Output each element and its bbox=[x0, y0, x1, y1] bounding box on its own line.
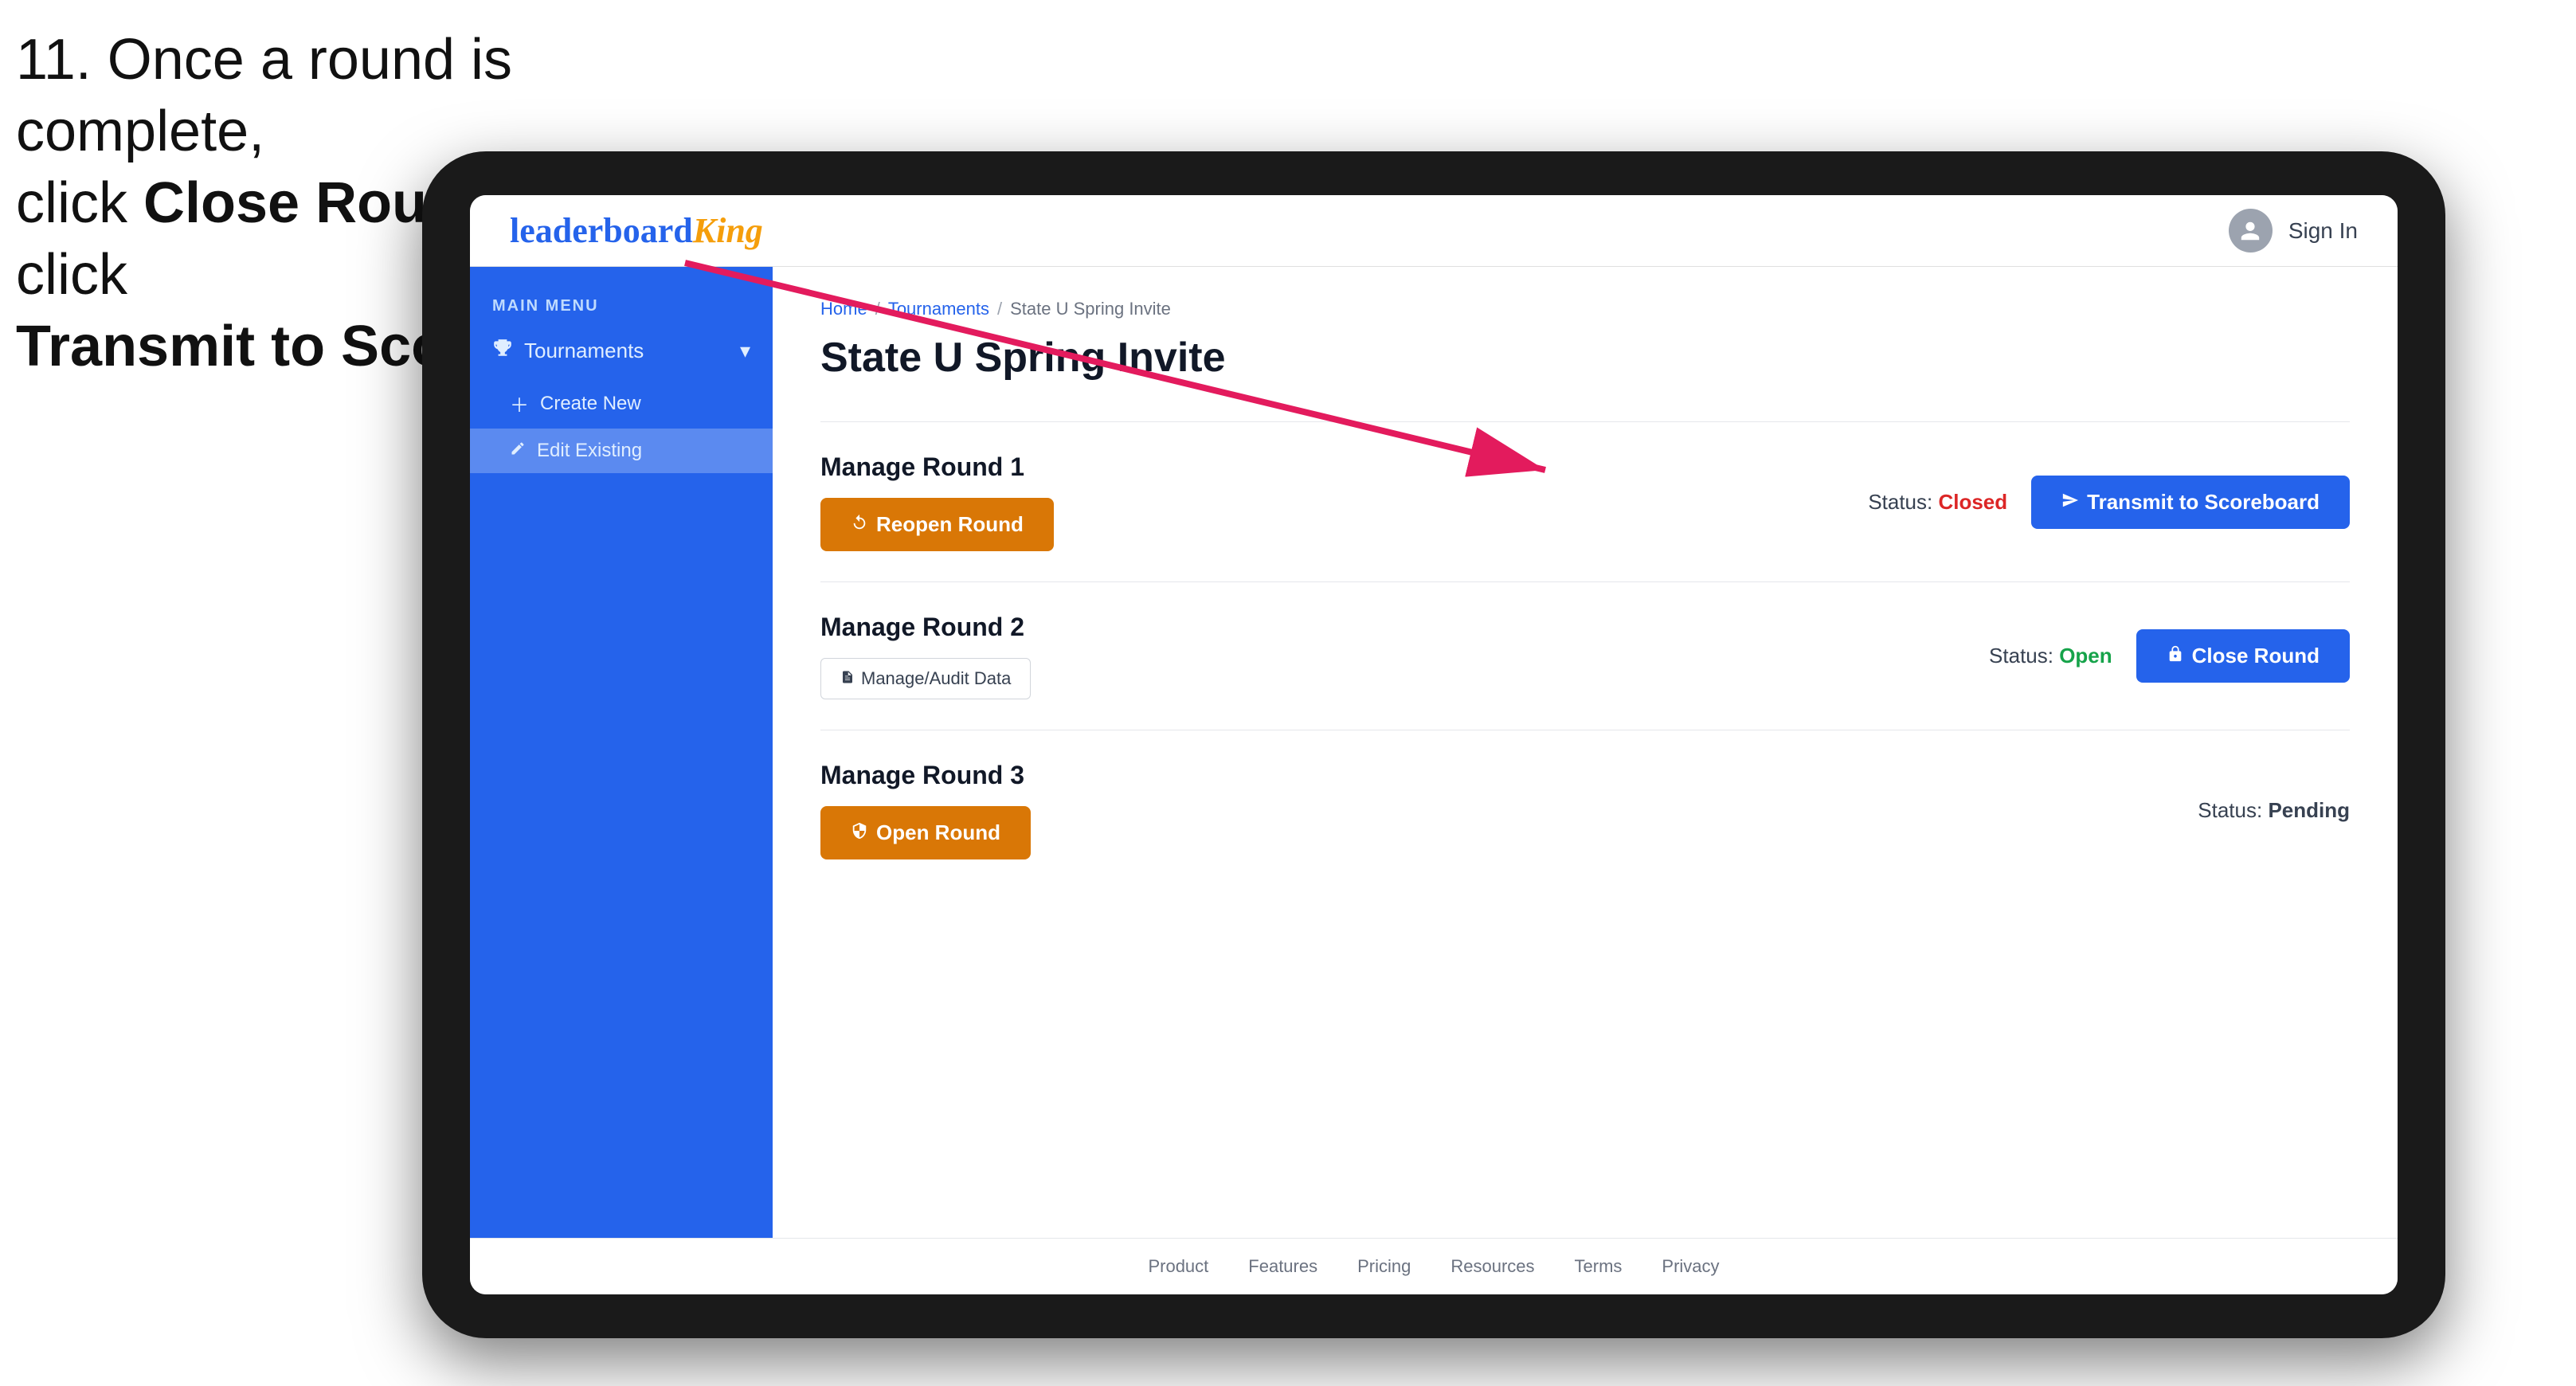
open-round-icon bbox=[851, 820, 868, 845]
header-right: Sign In bbox=[2229, 209, 2358, 253]
footer-pricing[interactable]: Pricing bbox=[1357, 1256, 1411, 1277]
round-2-right: Status: Open Close Round bbox=[1989, 629, 2350, 683]
round-1-right: Status: Closed Transmit to Scoreboard bbox=[1868, 476, 2350, 529]
round-3-status: Status: Pending bbox=[2198, 798, 2350, 823]
breadcrumb: Home / Tournaments / State U Spring Invi… bbox=[820, 299, 2350, 319]
reopen-icon bbox=[851, 512, 868, 537]
round-1-title: Manage Round 1 bbox=[820, 452, 1054, 482]
round-2-status-value: Open bbox=[2059, 644, 2112, 668]
round-2-section: Manage Round 2 Manage/Audit Data Status:… bbox=[820, 581, 2350, 730]
create-new-label: Create New bbox=[540, 393, 641, 415]
manage-audit-button[interactable]: Manage/Audit Data bbox=[820, 658, 1031, 699]
breadcrumb-sep2: / bbox=[997, 299, 1002, 319]
tablet-screen: leaderboardKing Sign In MAIN MENU bbox=[470, 195, 2398, 1294]
sidebar-tournaments-label: Tournaments bbox=[524, 339, 644, 363]
transmit-icon bbox=[2061, 490, 2079, 515]
plus-icon: ＋ bbox=[510, 390, 529, 417]
logo-area: leaderboardKing bbox=[510, 210, 763, 251]
trophy-icon bbox=[492, 338, 513, 364]
app-footer: Product Features Pricing Resources Terms… bbox=[470, 1238, 2398, 1294]
round-1-section: Manage Round 1 Reopen Round Status: Clos… bbox=[820, 421, 2350, 581]
round-1-left: Manage Round 1 Reopen Round bbox=[820, 452, 1054, 551]
audit-icon bbox=[840, 668, 855, 689]
round-3-left: Manage Round 3 Open Round bbox=[820, 761, 1031, 859]
round-1-status-value: Closed bbox=[1938, 490, 2007, 514]
sidebar-edit-existing[interactable]: Edit Existing bbox=[470, 429, 773, 473]
edit-icon bbox=[510, 440, 526, 462]
breadcrumb-sep1: / bbox=[875, 299, 880, 319]
edit-existing-label: Edit Existing bbox=[537, 440, 642, 462]
sidebar: MAIN MENU Tournaments ▾ ＋ Create New bbox=[470, 267, 773, 1238]
footer-features[interactable]: Features bbox=[1248, 1256, 1317, 1277]
round-3-section: Manage Round 3 Open Round Status: Pendin… bbox=[820, 730, 2350, 890]
footer-privacy[interactable]: Privacy bbox=[1662, 1256, 1719, 1277]
footer-product[interactable]: Product bbox=[1148, 1256, 1208, 1277]
page-title: State U Spring Invite bbox=[820, 334, 2350, 382]
breadcrumb-current: State U Spring Invite bbox=[1010, 299, 1171, 319]
instruction-line2: click bbox=[16, 171, 143, 235]
open-round-button[interactable]: Open Round bbox=[820, 806, 1031, 859]
chevron-down-icon: ▾ bbox=[740, 339, 750, 363]
transmit-to-scoreboard-button[interactable]: Transmit to Scoreboard bbox=[2031, 476, 2350, 529]
reopen-round-button[interactable]: Reopen Round bbox=[820, 498, 1054, 551]
app-body: MAIN MENU Tournaments ▾ ＋ Create New bbox=[470, 267, 2398, 1238]
tablet-device: leaderboardKing Sign In MAIN MENU bbox=[422, 151, 2445, 1338]
round-3-right: Status: Pending bbox=[2198, 798, 2350, 823]
round-2-title: Manage Round 2 bbox=[820, 613, 1031, 642]
main-menu-label: MAIN MENU bbox=[470, 283, 773, 323]
round-2-left: Manage Round 2 Manage/Audit Data bbox=[820, 613, 1031, 699]
round-1-status: Status: Closed bbox=[1868, 490, 2007, 515]
app-header: leaderboardKing Sign In bbox=[470, 195, 2398, 267]
footer-resources[interactable]: Resources bbox=[1450, 1256, 1534, 1277]
sign-in-label[interactable]: Sign In bbox=[2288, 218, 2358, 244]
breadcrumb-home[interactable]: Home bbox=[820, 299, 867, 319]
lock-icon bbox=[2167, 644, 2184, 668]
round-3-status-value: Pending bbox=[2268, 798, 2350, 822]
user-avatar-icon bbox=[2229, 209, 2273, 253]
sidebar-item-tournaments[interactable]: Tournaments ▾ bbox=[470, 323, 773, 378]
sidebar-create-new[interactable]: ＋ Create New bbox=[470, 378, 773, 429]
main-content: Home / Tournaments / State U Spring Invi… bbox=[773, 267, 2398, 1238]
close-round-button[interactable]: Close Round bbox=[2136, 629, 2350, 683]
instruction-line1: 11. Once a round is complete, bbox=[16, 28, 512, 163]
breadcrumb-tournaments[interactable]: Tournaments bbox=[888, 299, 989, 319]
round-2-status: Status: Open bbox=[1989, 644, 2112, 668]
footer-terms[interactable]: Terms bbox=[1575, 1256, 1623, 1277]
round-3-title: Manage Round 3 bbox=[820, 761, 1031, 790]
logo: leaderboardKing bbox=[510, 210, 763, 251]
